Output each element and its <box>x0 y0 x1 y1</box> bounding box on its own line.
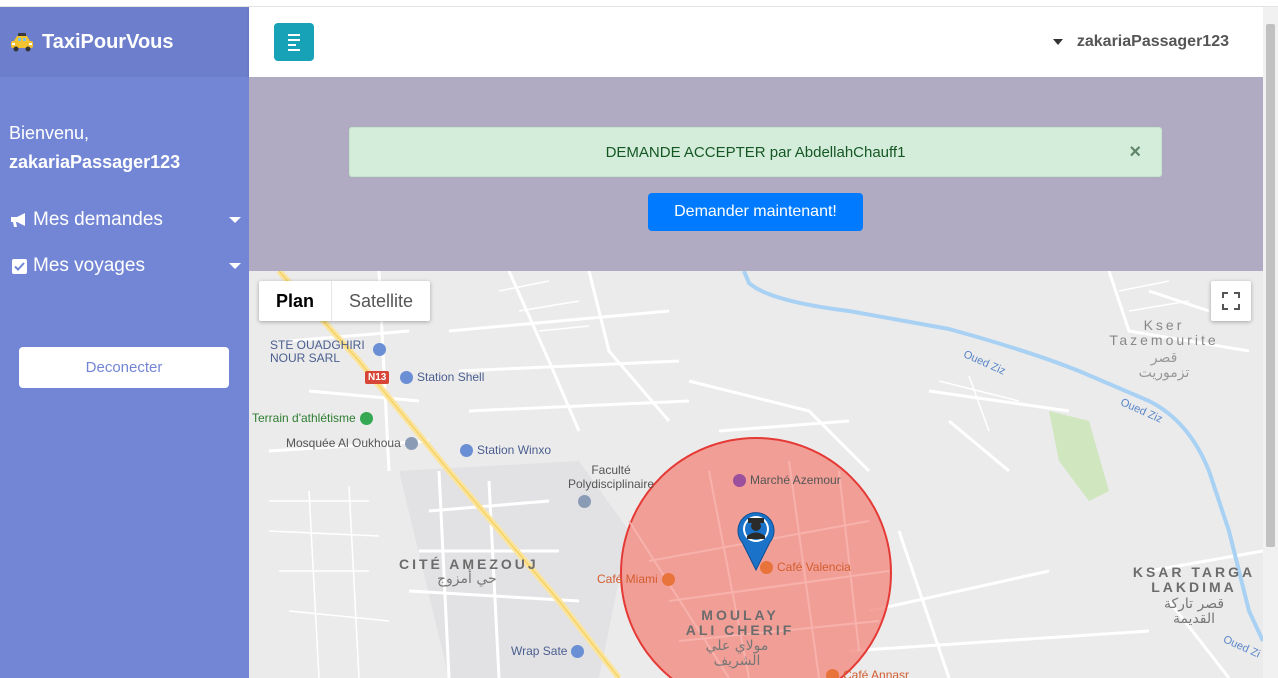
welcome-username: zakariaPassager123 <box>9 152 181 172</box>
map-type-satellite-button[interactable]: Satellite <box>332 281 430 321</box>
poi-marche-azemour[interactable]: Marché Azemour <box>729 473 841 487</box>
sidebar-toggle-button[interactable] <box>274 23 314 61</box>
poi-label: Faculté Polydisciplinaire <box>567 463 655 491</box>
caret-down-icon <box>1052 39 1063 45</box>
sidebar: TaxiPourVous Bienvenu, zakariaPassager12… <box>0 7 249 678</box>
sidebar-item-mes-voyages[interactable]: Mes voyages <box>0 243 249 289</box>
menu-icon <box>288 48 300 51</box>
poi-ste[interactable]: STE OUADGHIRI NOUR SARL <box>270 339 365 365</box>
menu-icon <box>288 33 300 36</box>
taxi-icon <box>9 32 35 52</box>
close-icon[interactable]: × <box>1129 141 1141 164</box>
poi-label: Terrain d'athlétisme <box>252 411 356 425</box>
map-type-plan-button[interactable]: Plan <box>259 281 333 321</box>
poi-faculte[interactable]: Faculté Polydisciplinaire <box>566 463 656 491</box>
map-type-control: Plan Satellite <box>259 281 431 321</box>
user-menu-dropdown[interactable]: zakariaPassager123 <box>1052 33 1229 51</box>
alert-message: DEMANDE ACCEPTER par AbdellahChauff1 <box>605 143 906 161</box>
poi-label: Station Shell <box>417 370 485 384</box>
welcome-block: Bienvenu, zakariaPassager123 <box>0 77 249 177</box>
area-moulay-ali-cherif: MOULAY ALI CHERIF <box>685 607 795 638</box>
top-navbar: zakariaPassager123 <box>249 7 1263 77</box>
area-ksar-targa-lakdima: KSAR TARGA LAKDIMA <box>1132 564 1256 595</box>
menu-icon <box>288 38 300 41</box>
page-scrollbar[interactable] <box>1263 7 1278 678</box>
map-pin-icon <box>369 343 390 356</box>
fuel-icon <box>460 443 473 457</box>
shopping-icon <box>733 473 746 487</box>
poi-cafe-annasr[interactable]: Café Annasr <box>822 668 909 678</box>
scrollbar-thumb[interactable] <box>1266 24 1275 547</box>
area-kser-tazemourite: Kser Tazemourite <box>1109 317 1219 348</box>
sidebar-item-label: Mes demandes <box>33 209 163 230</box>
poi-cafe-miami[interactable]: Café Miami <box>597 572 679 586</box>
poi-station-winxo[interactable]: Station Winxo <box>456 443 551 457</box>
poi-station-shell[interactable]: Station Shell <box>396 370 484 384</box>
request-now-button[interactable]: Demander maintenant! <box>648 193 863 231</box>
fullscreen-icon <box>1222 292 1240 310</box>
window-top-edge <box>0 0 1278 7</box>
area-cite-amezouj: CITÉ AMEZOUJ <box>399 556 539 572</box>
logout-button[interactable]: Deconecter <box>19 347 229 388</box>
sidebar-item-label: Mes voyages <box>33 255 145 276</box>
food-icon <box>571 644 585 658</box>
area-kser-tazemourite-ar: قصر تزموريت <box>1138 350 1190 381</box>
poi-wrap-sate[interactable]: Wrap Sate <box>511 644 588 658</box>
user-location-marker-icon[interactable] <box>736 509 776 571</box>
brand[interactable]: TaxiPourVous <box>0 7 249 77</box>
area-ksar-targa-lakdima-ar: قصر تاركة القديمة <box>1163 596 1225 627</box>
poi-label: Café Annasr <box>843 668 910 678</box>
request-banner: DEMANDE ACCEPTER par AbdellahChauff1 × D… <box>249 77 1263 271</box>
poi-label: Marché Azemour <box>750 473 841 487</box>
poi-label: Wrap Sate <box>511 644 568 658</box>
brand-name: TaxiPourVous <box>42 30 174 53</box>
check-square-icon <box>9 258 29 274</box>
road-shield-n13: N13 <box>365 371 390 384</box>
fullscreen-button[interactable] <box>1211 281 1251 321</box>
poi-label: Station Winxo <box>477 443 552 457</box>
area-moulay-ali-cherif-ar: مولاي علي الشريف <box>705 638 769 669</box>
welcome-text: Bienvenu, <box>9 123 90 143</box>
success-alert: DEMANDE ACCEPTER par AbdellahChauff1 × <box>349 127 1162 177</box>
poi-terrain[interactable]: Terrain d'athlétisme <box>252 411 377 425</box>
sidebar-item-mes-demandes[interactable]: Mes demandes <box>0 197 249 243</box>
fuel-icon <box>400 370 413 384</box>
menu-icon <box>288 43 296 46</box>
poi-label: Café Miami <box>597 572 658 586</box>
school-icon <box>574 495 595 508</box>
poi-label: Mosquée Al Oukhoua <box>286 436 401 450</box>
area-cite-amezouj-ar: حي أمزوج <box>437 571 497 587</box>
cafe-icon <box>661 572 675 586</box>
chevron-down-icon <box>229 217 241 223</box>
bullhorn-icon <box>9 212 29 228</box>
poi-mosquee[interactable]: Mosquée Al Oukhoua <box>286 436 422 450</box>
park-icon <box>359 411 373 425</box>
mosque-icon <box>404 436 418 450</box>
poi-label: STE OUADGHIRI NOUR SARL <box>270 338 365 365</box>
cafe-icon <box>826 668 839 678</box>
chevron-down-icon <box>229 263 241 269</box>
navbar-username: zakariaPassager123 <box>1076 33 1229 50</box>
map[interactable]: Plan Satellite N13 STE OUADGHIRI NOUR SA… <box>249 271 1263 678</box>
poi-label: Café Valencia <box>777 560 851 574</box>
